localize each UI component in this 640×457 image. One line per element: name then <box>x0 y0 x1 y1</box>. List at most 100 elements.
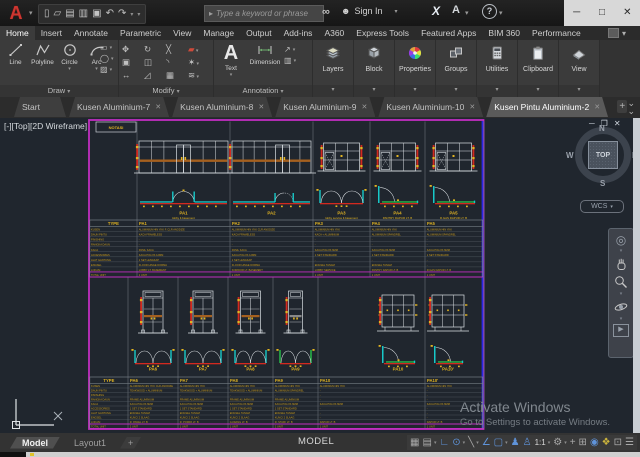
app-store-icon[interactable]: A <box>452 4 460 16</box>
clipboard-icon[interactable] <box>530 45 546 61</box>
maximize-button[interactable]: □ <box>589 0 614 27</box>
ribbon-tab-featured-apps[interactable]: Featured Apps <box>415 26 482 40</box>
viewcube-top-face[interactable]: TOP <box>588 141 618 169</box>
ellipse-button[interactable]: ◯▾ <box>100 54 113 64</box>
text-button[interactable]: A Text ▾ <box>216 42 246 78</box>
logo-caret-icon[interactable]: ▾ <box>29 9 33 17</box>
ribbon-tab-a360[interactable]: A360 <box>318 26 350 40</box>
dimension-button[interactable]: Dimension <box>246 42 284 78</box>
ribbon-tab-insert[interactable]: Insert <box>35 26 68 40</box>
iso-toggle[interactable]: ╲ <box>468 436 474 450</box>
leader-button[interactable]: ↗▾ <box>284 45 296 55</box>
ribbon-tab-output[interactable]: Output <box>240 26 278 40</box>
plus-toggle[interactable]: + <box>570 436 576 450</box>
line-icon[interactable] <box>8 42 24 58</box>
panel-properties[interactable]: Properties ▾ <box>395 40 436 97</box>
ribbon-tab-home[interactable]: Home <box>0 26 35 40</box>
interface-toggle[interactable]: ▾ <box>608 26 626 40</box>
drawing-canvas[interactable]: [-][Top][2D Wireframe] NOTASIPA1lobby lt… <box>0 118 640 433</box>
undo-caret-icon[interactable]: ▾ <box>130 11 133 18</box>
gear-toggle[interactable]: ⚙ <box>553 436 562 450</box>
panel-groups-expand[interactable]: ▾ <box>436 86 476 96</box>
panel-draw-label[interactable]: Draw ▾ <box>0 85 118 97</box>
circle-button[interactable]: Circle▾ <box>56 42 83 72</box>
hardware-toggle[interactable]: ❖ <box>602 436 611 450</box>
view-icon[interactable] <box>571 45 587 61</box>
wcs-dropdown[interactable]: WCS▾ <box>580 200 624 213</box>
panel-clipboard-expand[interactable]: ▾ <box>518 86 558 96</box>
tab-overflow-icon[interactable]: ⌄⌄ <box>627 99 635 115</box>
minimize-button[interactable]: ─ <box>564 0 589 27</box>
file-tab[interactable]: Kusen Pintu Aluminium-2✕ <box>486 97 608 117</box>
utilities-icon[interactable] <box>489 45 505 61</box>
scale-label-toggle[interactable]: 1:1 <box>535 436 546 450</box>
search-go-icon[interactable]: ▸ <box>209 9 213 18</box>
snap-caret-icon[interactable]: ▾ <box>434 440 437 446</box>
orbit-icon[interactable] <box>613 299 629 315</box>
groups-icon[interactable] <box>448 45 464 61</box>
layout-tab-+[interactable]: + <box>120 437 141 449</box>
scale-label-caret-icon[interactable]: ▾ <box>548 440 551 446</box>
menu-toggle[interactable]: ☰ <box>625 436 634 450</box>
autodesk-360-icon[interactable]: X <box>432 4 440 18</box>
close-tab-icon[interactable]: ✕ <box>155 103 161 111</box>
fillet-button[interactable]: ◝ <box>166 56 188 69</box>
osnap-caret-icon[interactable]: ▾ <box>505 440 508 446</box>
annot-auto-toggle[interactable]: ♙ <box>523 436 532 450</box>
zoom-icon[interactable] <box>613 274 629 290</box>
panel-annotation-label[interactable]: Annotation ▾ <box>214 85 312 97</box>
panel-layers[interactable]: Layers ▾ <box>313 40 354 97</box>
panel-utilities[interactable]: Utilities ▾ <box>477 40 518 97</box>
sign-in-button[interactable]: ☻ Sign In ▾ <box>341 6 398 16</box>
snap-toggle[interactable]: ▤ <box>422 436 431 450</box>
ribbon-tab-annotate[interactable]: Annotate <box>68 26 114 40</box>
rotate-button[interactable]: ↻ <box>144 43 166 56</box>
close-button[interactable]: ✕ <box>615 0 640 27</box>
isolate-toggle[interactable]: ◉ <box>590 436 599 450</box>
file-tab[interactable]: Kusen Aluminium-10✕ <box>378 97 483 117</box>
layout-tab-layout1[interactable]: Layout1 <box>62 437 118 449</box>
close-tab-icon[interactable]: ✕ <box>258 103 264 111</box>
panel-groups[interactable]: Groups ▾ <box>436 40 477 97</box>
trim-button[interactable]: ╳ <box>166 43 188 56</box>
panel-layers-expand[interactable]: ▾ <box>313 86 353 96</box>
steering-wheel-icon[interactable]: ◎ <box>616 233 626 247</box>
clean-toggle[interactable]: ⊡ <box>614 436 622 450</box>
close-tab-icon[interactable]: ✕ <box>594 103 600 111</box>
circle-icon[interactable] <box>62 42 78 58</box>
save-icon[interactable]: ▤ <box>65 9 74 19</box>
polyline-icon[interactable] <box>35 42 51 58</box>
rectangle-button[interactable]: ▭▾ <box>100 43 113 53</box>
block-icon[interactable] <box>366 45 382 61</box>
new-tab-button[interactable]: + <box>617 100 627 113</box>
autocad-logo-icon[interactable]: A <box>3 1 29 25</box>
polar-toggle[interactable]: ⊙ <box>452 436 460 450</box>
otrack-toggle[interactable]: ∠ <box>482 436 491 450</box>
open-icon[interactable]: ▱ <box>54 9 62 19</box>
table-button[interactable]: ▥▾ <box>284 56 296 66</box>
close-tab-icon[interactable]: ✕ <box>362 103 368 111</box>
file-tab[interactable]: Start <box>14 97 66 117</box>
iso-caret-icon[interactable]: ▾ <box>476 440 479 446</box>
panel-properties-expand[interactable]: ▾ <box>395 86 435 96</box>
file-tab[interactable]: Kusen Aluminium-7✕ <box>69 97 169 117</box>
layout-tab-model[interactable]: Model <box>10 437 60 449</box>
help-icon[interactable]: ? <box>482 4 497 19</box>
ribbon-tab-performance[interactable]: Performance <box>526 26 587 40</box>
line-button[interactable]: Line <box>2 42 29 72</box>
panel-block-expand[interactable]: ▾ <box>354 86 394 96</box>
mirror-button[interactable]: ◫ <box>144 56 166 69</box>
panel-modify-label[interactable]: Modify ▾ <box>119 85 213 97</box>
panel-utilities-expand[interactable]: ▾ <box>477 86 517 96</box>
plot-icon[interactable]: ▣ <box>92 9 101 19</box>
panel-view[interactable]: View ▾ <box>559 40 600 97</box>
panel-clipboard[interactable]: Clipboard ▾ <box>518 40 559 97</box>
polyline-button[interactable]: Polyline <box>29 42 56 72</box>
stretch-button[interactable]: ↔ <box>122 69 144 82</box>
hatch-button[interactable]: ▨▾ <box>100 65 113 75</box>
viewport-controls[interactable]: [-][Top][2D Wireframe] <box>4 121 87 131</box>
explode-button[interactable]: ✶ ▾ <box>188 56 210 69</box>
offset-button[interactable]: ≋ ▾ <box>188 69 210 82</box>
osnap-toggle[interactable]: ▢ <box>494 436 503 450</box>
undo-icon[interactable]: ↶ <box>106 9 114 19</box>
